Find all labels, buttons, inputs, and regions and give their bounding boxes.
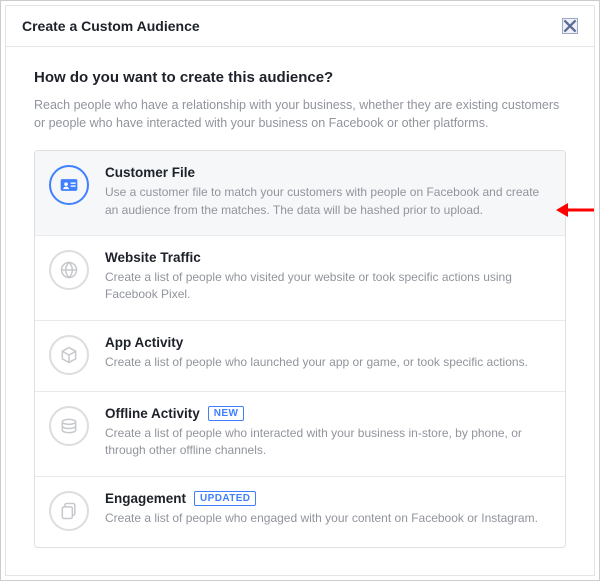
options-list: Customer File Use a customer file to mat… xyxy=(34,150,566,547)
option-title: Customer File xyxy=(105,165,195,180)
modal-title-bar: Create a Custom Audience xyxy=(6,6,594,47)
id-card-icon xyxy=(49,165,89,205)
option-description: Create a list of people who interacted w… xyxy=(105,425,549,460)
globe-icon xyxy=(49,250,89,290)
option-body: App Activity Create a list of people who… xyxy=(105,335,549,371)
option-title: Engagement xyxy=(105,491,186,506)
option-body: Customer File Use a customer file to mat… xyxy=(105,165,549,219)
option-app-activity[interactable]: App Activity Create a list of people who… xyxy=(35,321,565,392)
close-icon xyxy=(563,19,577,33)
option-description: Create a list of people who launched you… xyxy=(105,354,549,371)
option-engagement[interactable]: Engagement UPDATED Create a list of peop… xyxy=(35,477,565,547)
stack-icon xyxy=(49,406,89,446)
option-body: Engagement UPDATED Create a list of peop… xyxy=(105,491,549,527)
copy-icon xyxy=(49,491,89,531)
option-body: Offline Activity NEW Create a list of pe… xyxy=(105,406,549,460)
question-heading: How do you want to create this audience? xyxy=(34,69,566,86)
modal-content: How do you want to create this audience?… xyxy=(6,47,594,548)
option-title: App Activity xyxy=(105,335,183,350)
modal-description: Reach people who have a relationship wit… xyxy=(34,96,566,132)
option-description: Create a list of people who visited your… xyxy=(105,269,549,304)
option-offline-activity[interactable]: Offline Activity NEW Create a list of pe… xyxy=(35,392,565,477)
option-description: Use a customer file to match your custom… xyxy=(105,184,549,219)
option-body: Website Traffic Create a list of people … xyxy=(105,250,549,304)
option-title: Website Traffic xyxy=(105,250,201,265)
close-button[interactable] xyxy=(562,18,578,34)
custom-audience-modal: Create a Custom Audience How do you want… xyxy=(5,5,595,576)
option-website-traffic[interactable]: Website Traffic Create a list of people … xyxy=(35,236,565,321)
cube-icon xyxy=(49,335,89,375)
option-customer-file[interactable]: Customer File Use a customer file to mat… xyxy=(35,151,565,236)
option-description: Create a list of people who engaged with… xyxy=(105,510,549,527)
modal-title: Create a Custom Audience xyxy=(22,18,200,34)
badge-new: NEW xyxy=(208,406,245,421)
option-title: Offline Activity xyxy=(105,406,200,421)
badge-updated: UPDATED xyxy=(194,491,256,506)
